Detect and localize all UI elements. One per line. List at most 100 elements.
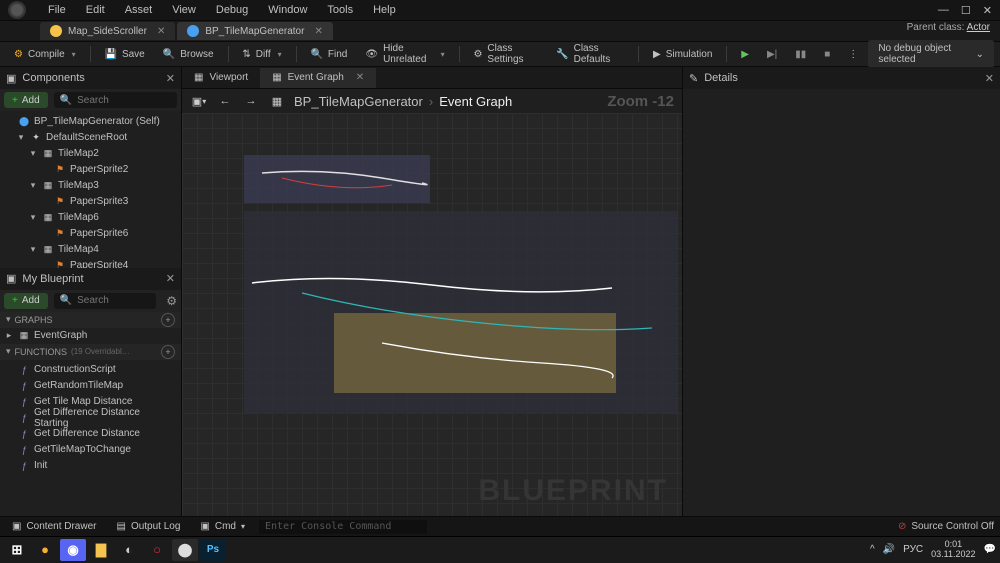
myblueprint-settings-icon[interactable]: ⚙ xyxy=(166,294,177,308)
node-comment-box[interactable] xyxy=(334,313,616,393)
play-button[interactable]: ▶ xyxy=(733,44,757,64)
components-toolbar: +Add 🔍Search xyxy=(0,89,181,111)
find-button[interactable]: 🔍Find xyxy=(302,44,355,64)
component-tree-item[interactable]: ⬤BP_TileMapGenerator (Self) xyxy=(0,113,181,129)
debug-object-selector[interactable]: No debug object selected⌄ xyxy=(868,40,994,68)
taskbar-photoshop-icon[interactable]: Ps xyxy=(200,539,226,561)
menu-edit[interactable]: Edit xyxy=(76,4,115,16)
tray-chevron-icon[interactable]: ^ xyxy=(870,544,875,555)
myblueprint-toolbar: +Add 🔍Search ⚙ xyxy=(0,290,181,312)
functions-tree[interactable]: ƒConstructionScriptƒGetRandomTileMap ƒGet… xyxy=(0,360,181,517)
maximize-icon[interactable]: ☐ xyxy=(961,4,971,17)
step-button[interactable]: ▶| xyxy=(759,44,785,64)
language-indicator[interactable]: РУС xyxy=(903,544,923,555)
tab-close-icon[interactable]: ✕ xyxy=(356,72,364,83)
unreal-logo-icon xyxy=(8,1,26,19)
component-tree-item[interactable]: ▾▦TileMap3 xyxy=(0,177,181,193)
menu-debug[interactable]: Debug xyxy=(206,4,258,16)
diff-button[interactable]: ⇅Diff▾ xyxy=(234,44,289,64)
center-tab-event-graph[interactable]: ▦Event Graph✕ xyxy=(260,68,376,88)
taskbar-discord-icon[interactable]: ◉ xyxy=(60,539,86,561)
class-settings-button[interactable]: ⚙Class Settings xyxy=(465,44,546,64)
close-icon[interactable]: ✕ xyxy=(983,4,992,17)
play-menu-button[interactable]: ⋮ xyxy=(840,44,866,64)
function-item[interactable]: ƒGet Difference Distance Starting xyxy=(0,410,181,426)
function-item[interactable]: ƒInit xyxy=(0,458,181,474)
menu-tools[interactable]: Tools xyxy=(317,4,363,16)
menu-items: FileEditAssetViewDebugWindowToolsHelp xyxy=(38,4,406,16)
simulation-button[interactable]: ▶Simulation xyxy=(645,44,720,64)
component-tree-item[interactable]: ▾▦TileMap2 xyxy=(0,145,181,161)
tab-icon: ▦ xyxy=(194,72,203,83)
function-item[interactable]: ƒGetTileMapToChange xyxy=(0,442,181,458)
function-item[interactable]: ƒConstructionScript xyxy=(0,362,181,378)
browse-button[interactable]: 🔍Browse xyxy=(155,44,222,64)
node-group-1[interactable] xyxy=(244,155,430,203)
clock[interactable]: 0:0103.11.2022 xyxy=(931,540,975,560)
components-close-icon[interactable]: ✕ xyxy=(166,72,175,85)
class-defaults-button[interactable]: 🔧Class Defaults xyxy=(548,44,632,64)
parent-class-link[interactable]: Actor xyxy=(967,22,990,33)
taskbar-unreal-icon[interactable]: ⬤ xyxy=(172,539,198,561)
minimize-icon[interactable]: — xyxy=(938,4,949,17)
function-item[interactable]: ƒGetRandomTileMap xyxy=(0,378,181,394)
tab-close-icon[interactable]: ✕ xyxy=(314,26,322,37)
taskbar-explorer-icon[interactable]: ▇ xyxy=(88,539,114,561)
save-button[interactable]: 💾Save xyxy=(97,44,153,64)
functions-section-header[interactable]: ▾Functions (19 Overridabl… + xyxy=(0,344,181,360)
cmd-selector[interactable]: ▣Cmd▾ xyxy=(194,519,251,535)
graphs-section-header[interactable]: ▾Graphs + xyxy=(0,312,181,328)
myblueprint-search-input[interactable]: 🔍Search xyxy=(54,293,157,309)
doc-tab-0[interactable]: Map_SideScroller✕ xyxy=(40,22,175,40)
myblueprint-add-button[interactable]: +Add xyxy=(4,293,48,309)
nav-forward-button[interactable]: → xyxy=(242,92,260,110)
component-tree-item[interactable]: ⚑PaperSprite4 xyxy=(0,257,181,268)
graph-menu-button[interactable]: ▣▾ xyxy=(190,92,208,110)
component-tree-item[interactable]: ⚑PaperSprite6 xyxy=(0,225,181,241)
components-tree[interactable]: ⬤BP_TileMapGenerator (Self)▾✦DefaultScen… xyxy=(0,111,181,268)
left-sidebar: ▣ Components ✕ +Add 🔍Search ⬤BP_TileMapG… xyxy=(0,67,182,516)
hide-unrelated-button[interactable]: 👁Hide Unrelated▾ xyxy=(357,44,452,64)
menu-window[interactable]: Window xyxy=(258,4,317,16)
component-tree-item[interactable]: ⚑PaperSprite3 xyxy=(0,193,181,209)
source-control-button[interactable]: ⊘Source Control Off xyxy=(898,521,994,532)
event-graph-canvas[interactable]: BLUEPRINT xyxy=(182,113,682,516)
menu-view[interactable]: View xyxy=(162,4,206,16)
center-tabs: ▦Viewport▦Event Graph✕ xyxy=(182,67,682,89)
menu-file[interactable]: File xyxy=(38,4,76,16)
taskbar-start-icon[interactable]: ⊞ xyxy=(4,539,30,561)
menu-help[interactable]: Help xyxy=(363,4,406,16)
tab-close-icon[interactable]: ✕ xyxy=(157,26,165,37)
components-add-button[interactable]: +Add xyxy=(4,92,48,108)
pause-button[interactable]: ▮▮ xyxy=(787,44,814,64)
system-tray[interactable]: ^ 🔊 РУС 0:0103.11.2022 💬 xyxy=(870,540,996,560)
stop-button[interactable]: ■ xyxy=(816,44,838,64)
component-tree-item[interactable]: ▾▦TileMap4 xyxy=(0,241,181,257)
component-tree-item[interactable]: ⚑PaperSprite2 xyxy=(0,161,181,177)
toolbar: ⚙Compile▾ 💾Save 🔍Browse ⇅Diff▾ 🔍Find 👁Hi… xyxy=(0,41,1000,67)
components-search-input[interactable]: 🔍Search xyxy=(54,92,177,108)
taskbar-steam-icon[interactable]: ◐ xyxy=(116,539,142,561)
nav-back-button[interactable]: ← xyxy=(216,92,234,110)
output-log-button[interactable]: ▤Output Log xyxy=(110,519,186,535)
breadcrumb[interactable]: BP_TileMapGenerator › Event Graph xyxy=(294,94,512,109)
volume-icon[interactable]: 🔊 xyxy=(883,544,895,555)
component-tree-item[interactable]: ▾▦TileMap6 xyxy=(0,209,181,225)
menu-asset[interactable]: Asset xyxy=(115,4,163,16)
add-graph-button[interactable]: + xyxy=(161,313,175,327)
doc-tab-1[interactable]: BP_TileMapGenerator✕ xyxy=(177,22,333,40)
center-tab-viewport[interactable]: ▦Viewport xyxy=(182,68,260,88)
myblueprint-close-icon[interactable]: ✕ xyxy=(166,272,175,285)
notifications-icon[interactable]: 💬 xyxy=(984,544,996,555)
add-function-button[interactable]: + xyxy=(161,345,175,359)
graph-item-eventgraph[interactable]: ▸▦ EventGraph xyxy=(0,328,181,344)
console-input[interactable]: Enter Console Command xyxy=(259,520,427,534)
compile-button[interactable]: ⚙Compile▾ xyxy=(6,44,84,64)
component-tree-item[interactable]: ▾✦DefaultSceneRoot xyxy=(0,129,181,145)
content-drawer-button[interactable]: ▣Content Drawer xyxy=(6,519,102,535)
details-close-icon[interactable]: ✕ xyxy=(985,72,994,85)
taskbar-opera-icon[interactable]: ○ xyxy=(144,539,170,561)
doc-tab-icon xyxy=(187,25,199,37)
taskbar-chrome-icon[interactable]: ● xyxy=(32,539,58,561)
zoom-indicator: Zoom -12 xyxy=(607,93,674,110)
